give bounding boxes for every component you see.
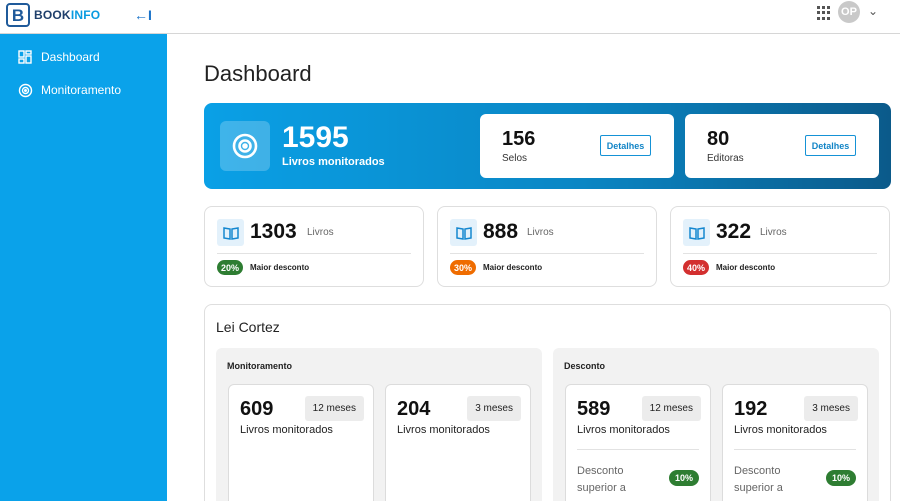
total-books-value: 1595 [282,121,349,154]
logo-text-part2: INFO [70,8,101,22]
target-icon [220,121,270,171]
card-value: 204 [397,398,431,420]
card-label: Livros monitorados [734,424,827,436]
editoras-label: Editoras [707,153,744,164]
chevron-down-icon[interactable]: ⌄ [868,4,878,18]
editoras-card: 80 Editoras Detalhes [685,114,879,178]
card-value: 192 [734,398,768,420]
card-label: Livros monitorados [240,424,333,436]
target-icon [17,82,33,98]
stat-value: 888 [483,220,519,243]
card-label: Livros monitorados [577,424,670,436]
stat-unit: Livros [307,227,334,238]
sidebar-item-dashboard[interactable]: Dashboard [17,49,100,65]
stat-card-3: 322 Livros 40% Maior desconto [670,206,890,287]
discount-label: Maior desconto [250,263,310,272]
divider [450,253,644,254]
section-title: Monitoramento [227,361,292,371]
sidebar-item-label: Monitoramento [41,83,122,97]
stat-value: 1303 [250,220,297,243]
desconto-section: Desconto 589 12 meses Livros monitorados… [553,348,879,501]
book-icon [450,219,477,246]
book-icon [683,219,710,246]
discount-badge: 10% [825,470,856,486]
collapse-sidebar-icon[interactable]: ←I [134,7,152,23]
hero-banner: 1595 Livros monitorados 156 Selos Detalh… [204,103,891,189]
divider [577,449,699,450]
divider [683,253,877,254]
card-value: 589 [577,398,611,420]
discount-badge: 20% [217,260,244,275]
discount-label: Maior desconto [483,263,543,272]
stat-unit: Livros [760,227,787,238]
sidebar-item-label: Dashboard [41,50,100,64]
logo-text-part1: BOOK [34,8,71,22]
discount-description: Desconto superior a [577,465,626,494]
page-title: Dashboard [204,61,312,86]
total-books-label: Livros monitorados [282,156,385,168]
monitor-card-3m: 204 3 meses Livros monitorados [385,384,531,501]
selos-value: 156 [502,128,536,150]
monitoramento-section: Monitoramento 609 12 meses Livros monito… [216,348,542,501]
panel-title: Lei Cortez [216,319,280,335]
sidebar: Dashboard Monitoramento [0,34,167,501]
discount-card-3m: 192 3 meses Livros monitorados Desconto … [722,384,868,501]
top-bar: B BOOKINFO ←I OP ⌄ [0,0,900,34]
period-badge: 12 meses [304,396,364,421]
discount-badge: 30% [450,260,477,275]
brand-logo[interactable]: B BOOKINFO [6,3,100,27]
period-badge: 12 meses [641,396,701,421]
stat-unit: Livros [527,227,554,238]
grid-icon [17,49,33,65]
discount-badge: 10% [668,470,699,486]
section-title: Desconto [564,361,606,371]
stat-card-2: 888 Livros 30% Maior desconto [437,206,657,287]
apps-grid-icon[interactable] [817,6,831,20]
selos-label: Selos [502,153,528,164]
period-badge: 3 meses [804,396,858,421]
divider [217,253,411,254]
user-avatar[interactable]: OP [838,1,860,23]
editoras-details-button[interactable]: Detalhes [805,135,856,156]
selos-card: 156 Selos Detalhes [480,114,674,178]
logo-mark: B [6,3,30,27]
divider [734,449,856,450]
lei-cortez-panel: Lei Cortez Monitoramento 609 12 meses Li… [204,304,891,501]
book-icon [217,219,244,246]
sidebar-item-monitoramento[interactable]: Monitoramento [17,82,121,98]
discount-label: Maior desconto [716,263,776,272]
period-badge: 3 meses [467,396,521,421]
discount-description: Desconto superior a [734,465,783,494]
card-label: Livros monitorados [397,424,490,436]
selos-details-button[interactable]: Detalhes [600,135,651,156]
stat-card-1: 1303 Livros 20% Maior desconto [204,206,424,287]
logo-text: BOOKINFO [34,8,100,22]
card-value: 609 [240,398,274,420]
stat-value: 322 [716,220,752,243]
discount-badge: 40% [683,260,710,275]
editoras-value: 80 [707,128,730,150]
monitor-card-12m: 609 12 meses Livros monitorados [228,384,374,501]
discount-card-12m: 589 12 meses Livros monitorados Desconto… [565,384,711,501]
